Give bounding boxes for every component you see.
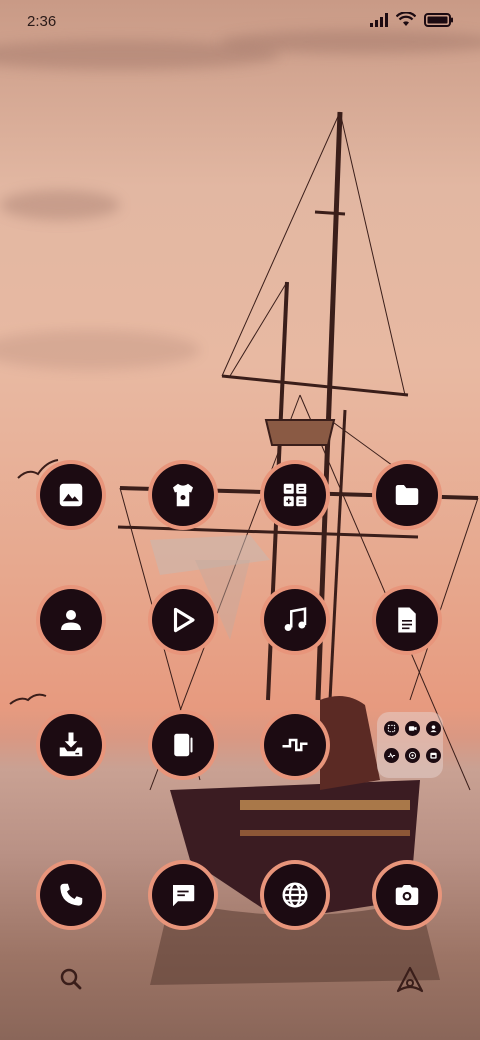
theme-app[interactable] xyxy=(148,460,218,530)
browser-icon xyxy=(282,882,308,908)
video-icon xyxy=(408,726,417,731)
folder-video-app xyxy=(405,721,420,736)
music-icon xyxy=(284,607,307,631)
health-icon xyxy=(282,738,308,752)
tablet-icon xyxy=(174,733,193,757)
folder-icon xyxy=(395,485,419,505)
calendar-icon xyxy=(430,752,437,759)
notes-icon xyxy=(398,607,416,633)
user-icon xyxy=(430,725,437,733)
phone-app[interactable] xyxy=(36,860,106,930)
downloads-app[interactable] xyxy=(36,710,106,780)
tablet-app[interactable] xyxy=(148,710,218,780)
video-player-app[interactable] xyxy=(148,585,218,655)
folder-whatsapp-app xyxy=(405,747,420,763)
video-player-icon xyxy=(173,607,195,633)
wifi-icon xyxy=(396,12,416,26)
status-time: 2:36 xyxy=(27,13,57,30)
calculator-icon xyxy=(283,483,307,507)
messages-icon xyxy=(173,885,195,907)
contacts-app[interactable] xyxy=(36,585,106,655)
screenshot-icon xyxy=(387,724,396,733)
browser-app[interactable] xyxy=(260,860,330,930)
health-app[interactable] xyxy=(260,710,330,780)
music-app[interactable] xyxy=(260,585,330,655)
calculator-app[interactable] xyxy=(260,460,330,530)
assistant-icon[interactable] xyxy=(396,965,424,995)
folder-screenshot-app xyxy=(384,721,399,736)
signal-icon xyxy=(370,12,388,27)
gallery-icon xyxy=(59,483,83,507)
folder-calendar-app xyxy=(426,747,441,763)
camera-app[interactable] xyxy=(372,860,442,930)
home-screen: 2:36 xyxy=(0,0,480,1040)
status-bar: 2:36 xyxy=(0,0,480,42)
notes-app[interactable] xyxy=(372,585,442,655)
folder-settings-app xyxy=(384,747,399,763)
status-icons xyxy=(370,12,454,27)
app-folder[interactable] xyxy=(377,712,443,778)
downloads-icon xyxy=(59,732,83,757)
search-icon[interactable] xyxy=(57,965,85,993)
battery-icon xyxy=(424,12,453,27)
camera-icon xyxy=(395,885,419,905)
whatsapp-icon xyxy=(408,751,417,759)
phone-icon xyxy=(60,883,83,906)
theme-icon xyxy=(173,483,193,507)
settings-icon xyxy=(387,752,396,758)
gallery-app[interactable] xyxy=(36,460,106,530)
folder-user-app xyxy=(426,721,441,736)
files-app[interactable] xyxy=(372,460,442,530)
contacts-icon xyxy=(61,610,81,630)
messages-app[interactable] xyxy=(148,860,218,930)
